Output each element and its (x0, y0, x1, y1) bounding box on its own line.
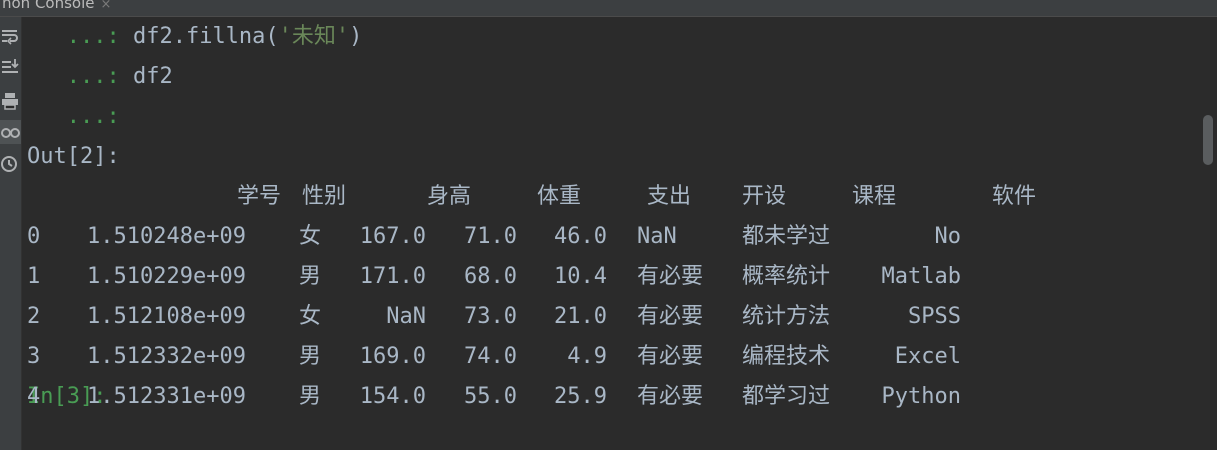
table-cell: 167.0 (359, 224, 426, 249)
table-cell: No (934, 224, 962, 249)
table-cell: Matlab (881, 264, 961, 289)
column-header: 体重 (537, 184, 582, 209)
column-header: 开设 (742, 184, 787, 209)
console-toolbar (0, 17, 22, 450)
table-cell: 68.0 (464, 264, 517, 289)
table-cell: Python (881, 384, 961, 409)
code-text: df2 (132, 64, 173, 89)
row-index: 1 (27, 264, 41, 289)
tab-python-console[interactable]: hon Console × (0, 0, 117, 14)
table-cell: 46.0 (554, 224, 607, 249)
table-row: 3 1.512332e+09 男 169.0 74.0 4.9 有必要 编程技术 Excel (27, 337, 1127, 377)
history-icon[interactable] (0, 152, 21, 176)
table-cell: 有必要 (637, 304, 704, 329)
continuation-prompt: ...: (27, 64, 133, 89)
table-cell: SPSS (908, 304, 961, 329)
table-cell: 1.510229e+09 (87, 264, 246, 289)
table-cell: 171.0 (359, 264, 426, 289)
show-variables-icon[interactable] (0, 120, 21, 144)
table-row: 4 1.512331e+09 男 154.0 55.0 25.9 有必要 都学习过 Python (27, 377, 1127, 417)
table-cell: 4.9 (567, 344, 607, 369)
code-line-3: ...: (27, 97, 1197, 137)
table-cell: 169.0 (359, 344, 426, 369)
table-cell: 55.0 (464, 384, 517, 409)
table-cell: NaN (637, 224, 677, 249)
code-text: ) (349, 24, 363, 49)
column-header: 课程 (852, 184, 897, 209)
table-cell: 1.512331e+09 (87, 384, 246, 409)
table-cell: 有必要 (637, 264, 704, 289)
table-cell: 10.4 (554, 264, 607, 289)
dataframe-output: 学号 性别 身高 体重 支出 开设 课程 软件 0 1.510248e+09 女 16… (27, 177, 1197, 409)
column-header: 软件 (992, 184, 1037, 209)
column-header: 身高 (427, 184, 472, 209)
table-cell: 74.0 (464, 344, 517, 369)
table-cell: 21.0 (554, 304, 607, 329)
table-row: 2 1.512108e+09 女 NaN 73.0 21.0 有必要 统计方法 SPSS (27, 297, 1127, 337)
soft-wrap-icon[interactable] (0, 23, 21, 47)
table-cell: 71.0 (464, 224, 517, 249)
table-cell: 男 (299, 264, 322, 289)
table-cell: NaN (386, 304, 426, 329)
table-cell: 1.510248e+09 (87, 224, 246, 249)
table-cell: 73.0 (464, 304, 517, 329)
column-header: 学号 (237, 184, 282, 209)
vertical-scrollbar[interactable] (1203, 115, 1213, 165)
table-cell: 154.0 (359, 384, 426, 409)
code-line-1: ...: df2.fillna('未知') (27, 17, 1197, 57)
table-cell: 1.512332e+09 (87, 344, 246, 369)
table-cell: 女 (299, 224, 322, 249)
continuation-prompt: ...: (27, 24, 133, 49)
table-cell: 统计方法 (742, 304, 831, 329)
table-cell: 25.9 (554, 384, 607, 409)
table-row: 0 1.510248e+09 女 167.0 71.0 46.0 NaN 都未学过 No (27, 217, 1127, 257)
table-cell: 女 (299, 304, 322, 329)
table-cell: 都学习过 (742, 384, 831, 409)
column-header: 支出 (647, 184, 692, 209)
column-header: 性别 (302, 184, 347, 209)
table-cell: 1.512108e+09 (87, 304, 246, 329)
console-output: ...: df2.fillna('未知') ...: df2 ...: Out[… (27, 17, 1197, 417)
code-string: '未知' (278, 24, 350, 49)
table-row: 1 1.510229e+09 男 171.0 68.0 10.4 有必要 概率统计 Matlab (27, 257, 1127, 297)
close-icon[interactable]: × (101, 0, 112, 12)
code-text: df2.fillna( (132, 24, 279, 49)
tab-title: hon Console (2, 0, 95, 12)
row-index: 3 (27, 344, 41, 369)
row-index: 4 (27, 384, 41, 409)
code-line-2: ...: df2 (27, 57, 1197, 97)
continuation-prompt: ...: (27, 104, 120, 129)
output-prompt: Out[2]: (27, 144, 120, 169)
table-cell: Excel (894, 344, 961, 369)
table-cell: 男 (299, 384, 322, 409)
table-cell: 男 (299, 344, 322, 369)
row-index: 2 (27, 304, 41, 329)
console-tab-bar: hon Console × (0, 0, 1217, 17)
table-cell: 有必要 (637, 344, 704, 369)
table-cell: 编程技术 (742, 344, 831, 369)
scroll-to-end-icon[interactable] (0, 55, 21, 79)
row-index: 0 (27, 224, 41, 249)
table-cell: 有必要 (637, 384, 704, 409)
table-cell: 都未学过 (742, 224, 831, 249)
print-icon[interactable] (0, 89, 21, 113)
table-cell: 概率统计 (742, 264, 831, 289)
